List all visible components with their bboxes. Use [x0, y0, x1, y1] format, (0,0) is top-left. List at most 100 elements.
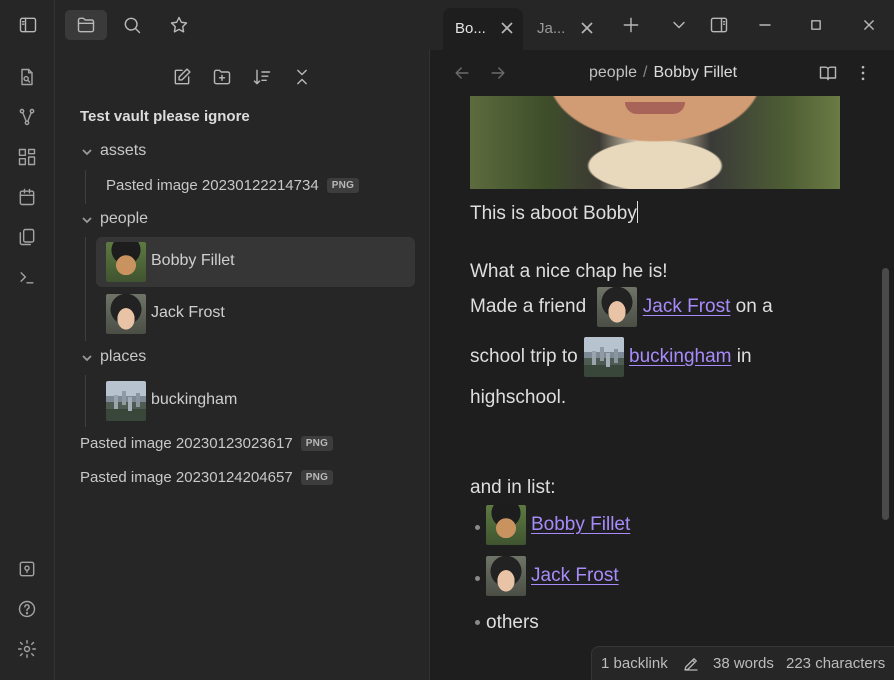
note-text: What a nice chap he is! [470, 261, 668, 282]
folder-places[interactable]: places [55, 345, 430, 369]
note-line[interactable]: This is aboot Bobby [470, 201, 638, 225]
left-ribbon [0, 0, 55, 680]
png-badge: PNG [300, 435, 334, 451]
list-bullet [475, 620, 480, 625]
file-pasted-image-3[interactable]: Pasted image 20230124204657 PNG [55, 465, 430, 489]
list-item[interactable]: Bobby Fillet [470, 505, 630, 545]
minimize-icon[interactable] [752, 12, 778, 38]
folder-assets[interactable]: assets [55, 139, 430, 163]
png-badge: PNG [300, 469, 334, 485]
city-skyline-thumbnail [106, 381, 146, 421]
right-sidebar-toggle-icon[interactable] [706, 12, 732, 38]
help-icon[interactable] [15, 597, 39, 621]
note-line[interactable]: school trip to buckingham in [470, 337, 752, 377]
file-pasted-image-2[interactable]: Pasted image 20230123023617 PNG [55, 431, 430, 455]
folder-label: assets [100, 142, 147, 159]
note-text: others [486, 612, 539, 633]
backlink-count[interactable]: 1 backlink [601, 655, 668, 672]
jack-avatar-embed [597, 287, 638, 327]
file-pasted-image-1[interactable]: Pasted image 20230122214734 PNG [55, 173, 430, 197]
breadcrumb: people / Bobby Fillet [589, 64, 737, 82]
status-bar: 1 backlink 38 words 223 characters [591, 646, 894, 680]
window-close-icon[interactable] [856, 12, 882, 38]
chevron-down-icon [81, 145, 93, 157]
switcher-icon[interactable] [15, 65, 39, 89]
editor-pane: people / Bobby Fillet This is aboot Bobby … [430, 50, 894, 680]
new-tab-plus-icon[interactable] [618, 12, 644, 38]
note-line[interactable]: and in list: [470, 477, 556, 499]
list-item[interactable]: others [470, 612, 539, 634]
file-bobby-fillet[interactable]: Bobby Fillet [96, 237, 415, 287]
note-line[interactable]: What a nice chap he is! [470, 261, 668, 283]
command-palette-icon[interactable] [15, 265, 39, 289]
maximize-icon[interactable] [803, 12, 829, 38]
note-line[interactable]: highschool. [470, 387, 566, 409]
tree-guide-line [85, 375, 86, 427]
jack-avatar-thumbnail [106, 294, 146, 334]
wikilink-bobby-fillet[interactable]: Bobby Fillet [531, 514, 630, 535]
sort-order-icon[interactable] [247, 62, 277, 92]
vault-switcher-icon[interactable] [15, 557, 39, 581]
file-label: Pasted image 20230124204657 [80, 468, 293, 486]
files-tab-icon[interactable] [65, 10, 107, 40]
file-label: Jack Frost [151, 304, 225, 321]
collapse-all-icon[interactable] [287, 62, 317, 92]
tree-guide-line [85, 237, 86, 341]
bookmarks-star-icon[interactable] [164, 10, 194, 40]
canvas-icon[interactable] [15, 145, 39, 169]
file-label: Bobby Fillet [151, 252, 235, 269]
note-text: This is aboot Bobby [470, 203, 637, 224]
new-note-icon[interactable] [167, 62, 197, 92]
back-arrow-icon[interactable] [449, 60, 475, 86]
list-bullet [475, 576, 480, 581]
forward-arrow-icon[interactable] [485, 60, 511, 86]
wikilink-buckingham[interactable]: buckingham [629, 346, 731, 367]
list-bullet [475, 525, 480, 530]
wikilink-jack-frost[interactable]: Jack Frost [643, 296, 731, 317]
folder-label: places [100, 348, 147, 365]
note-text: Made a friend [470, 296, 587, 318]
tab-bobby-fillet[interactable]: Bo... [443, 8, 523, 50]
note-line[interactable]: Made a friend Jack Frost on a [470, 287, 773, 327]
folder-label: people [100, 210, 149, 227]
calendar-icon[interactable] [15, 185, 39, 209]
character-count: 223 characters [786, 655, 886, 672]
graph-view-icon[interactable] [15, 105, 39, 129]
reading-view-book-icon[interactable] [815, 60, 841, 86]
tab-title: Bo... [455, 20, 486, 37]
list-item[interactable]: Jack Frost [470, 556, 619, 596]
breadcrumb-folder[interactable]: people [589, 64, 637, 81]
word-count: 38 words [713, 655, 774, 672]
file-jack-frost[interactable]: Jack Frost [96, 289, 415, 339]
sidebar-toggle-icon[interactable] [13, 10, 43, 40]
editing-mode-pencil-icon[interactable] [682, 655, 700, 673]
note-text: on a [735, 296, 773, 318]
new-folder-icon[interactable] [207, 62, 237, 92]
wikilink-jack-frost[interactable]: Jack Frost [531, 565, 619, 586]
bobby-avatar-embed [486, 505, 526, 545]
chevron-down-icon [81, 351, 93, 363]
tab-list-chevron-down-icon[interactable] [666, 12, 692, 38]
file-explorer-pane: Test vault please ignore assets Pasted i… [55, 0, 430, 680]
breadcrumb-current[interactable]: Bobby Fillet [654, 64, 738, 81]
more-options-icon[interactable] [850, 60, 876, 86]
note-text: in [736, 346, 752, 368]
png-badge: PNG [326, 177, 360, 193]
left-pane-header [55, 0, 430, 50]
file-label: Pasted image 20230122214734 [106, 176, 319, 194]
buckingham-image-embed [583, 337, 624, 377]
note-text: highschool. [470, 387, 567, 408]
settings-icon[interactable] [15, 637, 39, 661]
file-label: buckingham [151, 391, 238, 408]
breadcrumb-separator: / [643, 64, 648, 81]
close-icon[interactable] [499, 20, 515, 36]
tab-title: Ja... [537, 20, 566, 37]
editor-scrollbar[interactable] [882, 268, 889, 520]
folder-people[interactable]: people [55, 207, 430, 231]
tab-jack-frost[interactable]: Ja... [525, 8, 603, 50]
close-icon[interactable] [579, 20, 595, 36]
file-buckingham[interactable]: buckingham [96, 376, 415, 426]
search-icon[interactable] [117, 10, 147, 40]
tab-bar: Bo... Ja... [430, 0, 894, 50]
templates-icon[interactable] [15, 225, 39, 249]
